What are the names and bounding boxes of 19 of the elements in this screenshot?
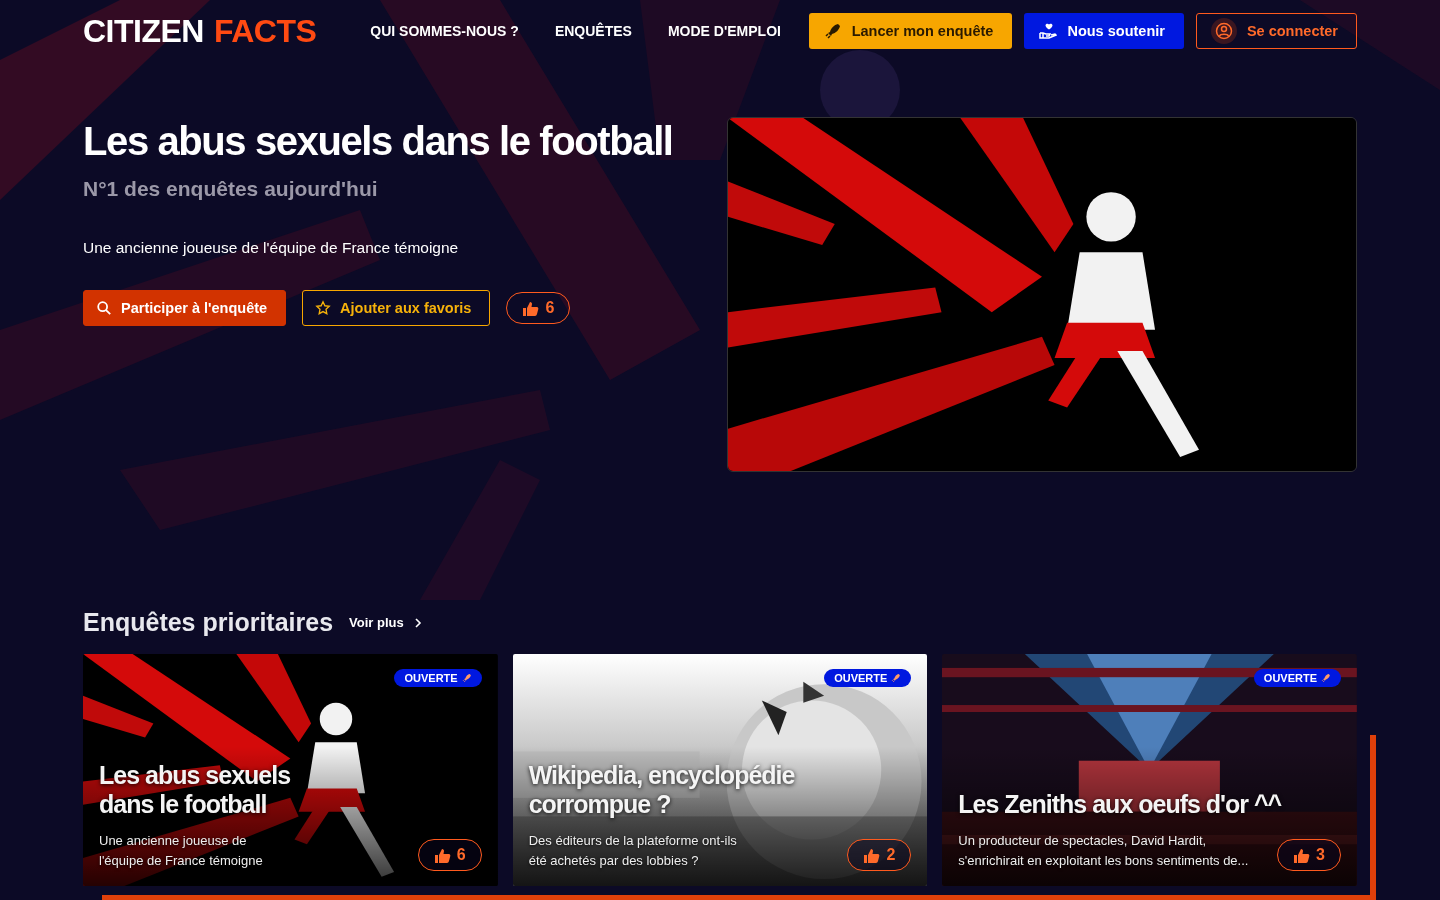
card-title: Les Zeniths aux oeufs d'or ^^ <box>958 790 1283 819</box>
investigation-card[interactable]: OUVERTE Wikipedia, encyclopédie corrompue ? Des éditeurs de la plateforme ont-ils été achetés par des lobbies ? 2 <box>512 654 928 886</box>
status-badge: OUVERTE <box>824 669 912 687</box>
card-description: Des éditeurs de la plateforme ont-ils été achetés par des lobbies ? <box>528 832 738 870</box>
card-description: Une ancienne joueuse de l'équipe de France témoigne <box>99 832 264 870</box>
like-button[interactable]: 2 <box>847 839 912 871</box>
like-button[interactable]: 6 <box>417 839 482 871</box>
thumbs-up-icon <box>863 846 881 864</box>
chevron-right-icon <box>413 616 422 629</box>
see-more-link[interactable]: Voir plus <box>349 615 422 630</box>
like-button[interactable]: 3 <box>1277 839 1341 871</box>
investigation-card[interactable]: OUVERTE Les Zeniths aux oeufs d'or ^^ Un producteur de spectacles, David Hardit, s'enrichirait en exploitant les bons sentiments de... 3 <box>942 654 1357 886</box>
thumbs-up-icon <box>433 846 451 864</box>
card-title: Wikipedia, encyclopédie corrompue ? <box>528 761 796 819</box>
status-badge: OUVERTE <box>394 669 482 687</box>
section-title: Enquêtes prioritaires <box>83 608 334 637</box>
status-badge: OUVERTE <box>1253 669 1341 687</box>
thumbs-up-icon <box>1293 846 1311 864</box>
card-description: Un producteur de spectacles, David Hardit, s'enrichirait en exploitant les bons sentiments de... <box>958 832 1250 870</box>
